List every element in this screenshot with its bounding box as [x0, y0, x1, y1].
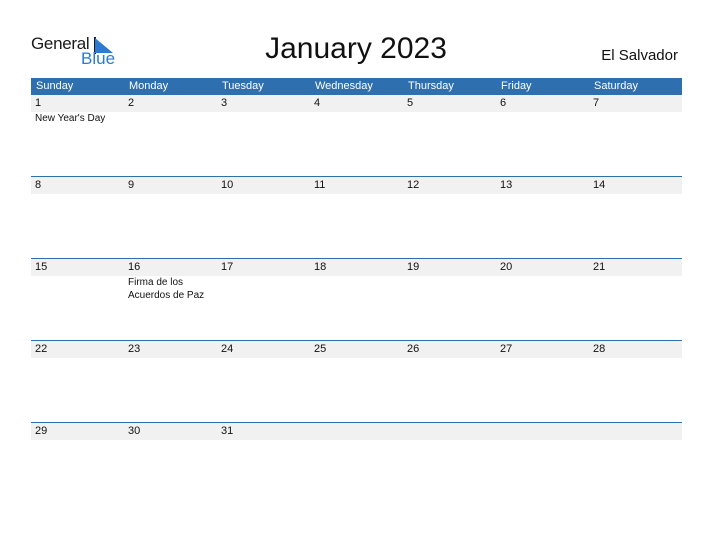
day-number: 12	[407, 179, 420, 191]
day-number: 15	[35, 261, 48, 273]
calendar-grid: Sunday Monday Tuesday Wednesday Thursday…	[31, 78, 682, 504]
day-number: 11	[314, 179, 326, 191]
day-number: 31	[221, 425, 234, 437]
holiday-event: New Year's Day	[35, 113, 106, 124]
day-number: 23	[128, 343, 141, 355]
day-number: 19	[407, 261, 420, 273]
day-number: 21	[593, 261, 606, 273]
holiday-event	[496, 112, 589, 125]
holiday-event	[217, 276, 310, 302]
weeks-container: 1 2 3 4 5 6 7 New Year's Day 8 9 10 11 12 13 14 15 16 17 1…	[31, 95, 682, 504]
day-number: 20	[500, 261, 513, 273]
holiday-event	[310, 112, 403, 125]
day-number: 7	[593, 97, 600, 109]
weekday-thursday: Thursday	[408, 80, 454, 92]
day-number: 6	[500, 97, 507, 109]
day-number: 30	[128, 425, 141, 437]
holiday-event: Firma de los Acuerdos de Paz	[128, 277, 205, 301]
day-number: 22	[35, 343, 48, 355]
day-number: 5	[407, 97, 414, 109]
event-row: New Year's Day	[31, 112, 682, 125]
holiday-event	[217, 112, 310, 125]
weekday-header: Sunday Monday Tuesday Wednesday Thursday…	[31, 78, 682, 95]
week-row: 8 9 10 11 12 13 14	[31, 176, 682, 258]
weekday-monday: Monday	[129, 80, 169, 92]
day-number: 25	[314, 343, 327, 355]
day-number-row: 29 30 31	[31, 423, 682, 440]
day-number: 28	[593, 343, 606, 355]
day-number-row: 1 2 3 4 5 6 7	[31, 95, 682, 112]
day-number	[589, 423, 682, 440]
holiday-event	[589, 112, 682, 125]
day-number: 13	[500, 179, 513, 191]
day-number: 2	[128, 97, 135, 109]
holiday-event	[310, 276, 403, 302]
day-number-row: 22 23 24 25 26 27 28	[31, 341, 682, 358]
week-row: 29 30 31	[31, 422, 682, 504]
week-row: 15 16 17 18 19 20 21 Firma de los Acuerdos de P…	[31, 258, 682, 340]
weekday-sunday: Sunday	[36, 80, 74, 92]
day-number	[310, 423, 403, 440]
day-number: 10	[221, 179, 234, 191]
weekday-wednesday: Wednesday	[315, 80, 373, 92]
day-number: 9	[128, 179, 135, 191]
event-row: Firma de los Acuerdos de Paz	[31, 276, 682, 302]
day-number: 3	[221, 97, 228, 109]
day-number: 24	[221, 343, 234, 355]
day-number: 17	[221, 261, 234, 273]
country-label: El Salvador	[601, 47, 678, 64]
day-number: 27	[500, 343, 513, 355]
day-number-row: 15 16 17 18 19 20 21	[31, 259, 682, 276]
holiday-event	[403, 112, 496, 125]
day-number	[403, 423, 496, 440]
day-number: 14	[593, 179, 606, 191]
day-number: 16	[128, 261, 141, 273]
holiday-event	[496, 276, 589, 302]
day-number	[496, 423, 589, 440]
day-number: 8	[35, 179, 42, 191]
day-number-row: 8 9 10 11 12 13 14	[31, 177, 682, 194]
holiday-event	[124, 112, 217, 125]
week-row: 22 23 24 25 26 27 28	[31, 340, 682, 422]
day-number: 4	[314, 97, 321, 109]
weekday-saturday: Saturday	[594, 80, 639, 92]
holiday-event	[403, 276, 496, 302]
holiday-event	[31, 276, 124, 302]
weekday-friday: Friday	[501, 80, 532, 92]
day-number: 26	[407, 343, 420, 355]
day-number: 29	[35, 425, 48, 437]
weekday-tuesday: Tuesday	[222, 80, 264, 92]
day-number: 1	[35, 97, 42, 109]
day-number: 18	[314, 261, 327, 273]
holiday-event	[589, 276, 682, 302]
week-row: 1 2 3 4 5 6 7 New Year's Day	[31, 95, 682, 176]
